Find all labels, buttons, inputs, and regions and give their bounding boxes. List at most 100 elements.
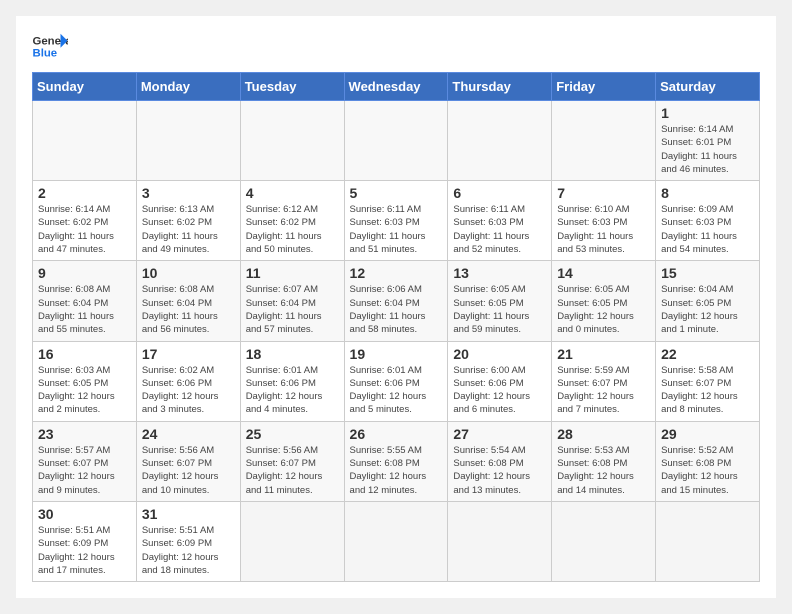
- calendar-cell: [552, 501, 656, 581]
- day-info: Sunrise: 6:06 AMSunset: 6:04 PMDaylight:…: [350, 283, 443, 336]
- day-info: Sunrise: 6:02 AMSunset: 6:06 PMDaylight:…: [142, 364, 235, 417]
- generalblue-logo-icon: General Blue: [32, 32, 68, 60]
- calendar-cell: 20 Sunrise: 6:00 AMSunset: 6:06 PMDayligh…: [448, 341, 552, 421]
- calendar-cell: 27 Sunrise: 5:54 AMSunset: 6:08 PMDayligh…: [448, 421, 552, 501]
- calendar-week-row: 23 Sunrise: 5:57 AMSunset: 6:07 PMDayligh…: [33, 421, 760, 501]
- calendar-cell: [448, 101, 552, 181]
- weekday-header-row: SundayMondayTuesdayWednesdayThursdayFrid…: [33, 73, 760, 101]
- day-info: Sunrise: 6:05 AMSunset: 6:05 PMDaylight:…: [557, 283, 650, 336]
- day-number: 30: [38, 506, 131, 522]
- day-number: 17: [142, 346, 235, 362]
- day-info: Sunrise: 5:59 AMSunset: 6:07 PMDaylight:…: [557, 364, 650, 417]
- day-number: 25: [246, 426, 339, 442]
- day-number: 12: [350, 265, 443, 281]
- calendar-cell: 5 Sunrise: 6:11 AMSunset: 6:03 PMDaylight…: [344, 181, 448, 261]
- day-number: 15: [661, 265, 754, 281]
- day-info: Sunrise: 6:00 AMSunset: 6:06 PMDaylight:…: [453, 364, 546, 417]
- day-info: Sunrise: 6:05 AMSunset: 6:05 PMDaylight:…: [453, 283, 546, 336]
- day-info: Sunrise: 6:01 AMSunset: 6:06 PMDaylight:…: [350, 364, 443, 417]
- calendar-cell: 28Sunrise: 5:53 AMSunset: 6:08 PMDayligh…: [552, 421, 656, 501]
- day-number: 28: [557, 426, 650, 442]
- calendar-week-row: 9 Sunrise: 6:08 AMSunset: 6:04 PMDaylight…: [33, 261, 760, 341]
- day-number: 18: [246, 346, 339, 362]
- weekday-header-saturday: Saturday: [656, 73, 760, 101]
- day-info: Sunrise: 6:08 AMSunset: 6:04 PMDaylight:…: [38, 283, 131, 336]
- day-number: 13: [453, 265, 546, 281]
- calendar-cell: 11 Sunrise: 6:07 AMSunset: 6:04 PMDayligh…: [240, 261, 344, 341]
- calendar-cell: 7Sunrise: 6:10 AMSunset: 6:03 PMDaylight…: [552, 181, 656, 261]
- day-info: Sunrise: 6:11 AMSunset: 6:03 PMDaylight:…: [453, 203, 546, 256]
- calendar-cell: 21Sunrise: 5:59 AMSunset: 6:07 PMDayligh…: [552, 341, 656, 421]
- calendar-cell: [448, 501, 552, 581]
- day-number: 1: [661, 105, 754, 121]
- calendar-cell: [656, 501, 760, 581]
- day-number: 31: [142, 506, 235, 522]
- day-number: 19: [350, 346, 443, 362]
- calendar-cell: 18 Sunrise: 6:01 AMSunset: 6:06 PMDayligh…: [240, 341, 344, 421]
- day-info: Sunrise: 6:07 AMSunset: 6:04 PMDaylight:…: [246, 283, 339, 336]
- weekday-header-sunday: Sunday: [33, 73, 137, 101]
- day-info: Sunrise: 6:04 AMSunset: 6:05 PMDaylight:…: [661, 283, 754, 336]
- calendar-cell: 19 Sunrise: 6:01 AMSunset: 6:06 PMDayligh…: [344, 341, 448, 421]
- day-info: Sunrise: 5:54 AMSunset: 6:08 PMDaylight:…: [453, 444, 546, 497]
- day-number: 27: [453, 426, 546, 442]
- day-info: Sunrise: 5:56 AMSunset: 6:07 PMDaylight:…: [246, 444, 339, 497]
- calendar-cell: [136, 101, 240, 181]
- day-info: Sunrise: 5:52 AMSunset: 6:08 PMDaylight:…: [661, 444, 754, 497]
- calendar-cell: [33, 101, 137, 181]
- weekday-header-tuesday: Tuesday: [240, 73, 344, 101]
- calendar-cell: 29 Sunrise: 5:52 AMSunset: 6:08 PMDayligh…: [656, 421, 760, 501]
- calendar-cell: 14Sunrise: 6:05 AMSunset: 6:05 PMDayligh…: [552, 261, 656, 341]
- day-info: Sunrise: 6:14 AMSunset: 6:01 PMDaylight:…: [661, 123, 754, 176]
- day-number: 7: [557, 185, 650, 201]
- day-info: Sunrise: 6:12 AMSunset: 6:02 PMDaylight:…: [246, 203, 339, 256]
- calendar-table: SundayMondayTuesdayWednesdayThursdayFrid…: [32, 72, 760, 582]
- calendar-week-row: 16 Sunrise: 6:03 AMSunset: 6:05 PMDayligh…: [33, 341, 760, 421]
- calendar-week-row: 2Sunrise: 6:14 AMSunset: 6:02 PMDaylight…: [33, 181, 760, 261]
- weekday-header-wednesday: Wednesday: [344, 73, 448, 101]
- calendar-week-row: 30 Sunrise: 5:51 AMSunset: 6:09 PMDayligh…: [33, 501, 760, 581]
- day-number: 26: [350, 426, 443, 442]
- day-info: Sunrise: 5:51 AMSunset: 6:09 PMDaylight:…: [142, 524, 235, 577]
- calendar-cell: 4 Sunrise: 6:12 AMSunset: 6:02 PMDaylight…: [240, 181, 344, 261]
- calendar-cell: 8Sunrise: 6:09 AMSunset: 6:03 PMDaylight…: [656, 181, 760, 261]
- calendar-cell: [552, 101, 656, 181]
- day-number: 10: [142, 265, 235, 281]
- day-info: Sunrise: 6:01 AMSunset: 6:06 PMDaylight:…: [246, 364, 339, 417]
- day-info: Sunrise: 5:55 AMSunset: 6:08 PMDaylight:…: [350, 444, 443, 497]
- day-info: Sunrise: 6:11 AMSunset: 6:03 PMDaylight:…: [350, 203, 443, 256]
- day-number: 22: [661, 346, 754, 362]
- day-info: Sunrise: 6:08 AMSunset: 6:04 PMDaylight:…: [142, 283, 235, 336]
- day-info: Sunrise: 6:13 AMSunset: 6:02 PMDaylight:…: [142, 203, 235, 256]
- day-number: 29: [661, 426, 754, 442]
- calendar-cell: 22 Sunrise: 5:58 AMSunset: 6:07 PMDayligh…: [656, 341, 760, 421]
- day-number: 5: [350, 185, 443, 201]
- calendar-cell: 26 Sunrise: 5:55 AMSunset: 6:08 PMDayligh…: [344, 421, 448, 501]
- calendar-cell: 2Sunrise: 6:14 AMSunset: 6:02 PMDaylight…: [33, 181, 137, 261]
- calendar-cell: [344, 101, 448, 181]
- day-number: 16: [38, 346, 131, 362]
- calendar-cell: [344, 501, 448, 581]
- calendar-page: General Blue SundayMondayTuesdayWednesda…: [16, 16, 776, 598]
- calendar-cell: 17 Sunrise: 6:02 AMSunset: 6:06 PMDayligh…: [136, 341, 240, 421]
- svg-text:Blue: Blue: [33, 48, 58, 60]
- weekday-header-friday: Friday: [552, 73, 656, 101]
- day-number: 4: [246, 185, 339, 201]
- day-number: 20: [453, 346, 546, 362]
- calendar-week-row: 1 Sunrise: 6:14 AMSunset: 6:01 PMDaylight…: [33, 101, 760, 181]
- day-info: Sunrise: 5:57 AMSunset: 6:07 PMDaylight:…: [38, 444, 131, 497]
- day-number: 23: [38, 426, 131, 442]
- calendar-cell: 23 Sunrise: 5:57 AMSunset: 6:07 PMDayligh…: [33, 421, 137, 501]
- calendar-cell: 10 Sunrise: 6:08 AMSunset: 6:04 PMDayligh…: [136, 261, 240, 341]
- calendar-cell: 24Sunrise: 5:56 AMSunset: 6:07 PMDayligh…: [136, 421, 240, 501]
- calendar-cell: 13 Sunrise: 6:05 AMSunset: 6:05 PMDayligh…: [448, 261, 552, 341]
- calendar-cell: 31 Sunrise: 5:51 AMSunset: 6:09 PMDayligh…: [136, 501, 240, 581]
- calendar-cell: [240, 101, 344, 181]
- day-number: 9: [38, 265, 131, 281]
- day-info: Sunrise: 6:09 AMSunset: 6:03 PMDaylight:…: [661, 203, 754, 256]
- day-number: 11: [246, 265, 339, 281]
- day-info: Sunrise: 6:03 AMSunset: 6:05 PMDaylight:…: [38, 364, 131, 417]
- day-info: Sunrise: 5:58 AMSunset: 6:07 PMDaylight:…: [661, 364, 754, 417]
- day-info: Sunrise: 5:56 AMSunset: 6:07 PMDaylight:…: [142, 444, 235, 497]
- weekday-header-thursday: Thursday: [448, 73, 552, 101]
